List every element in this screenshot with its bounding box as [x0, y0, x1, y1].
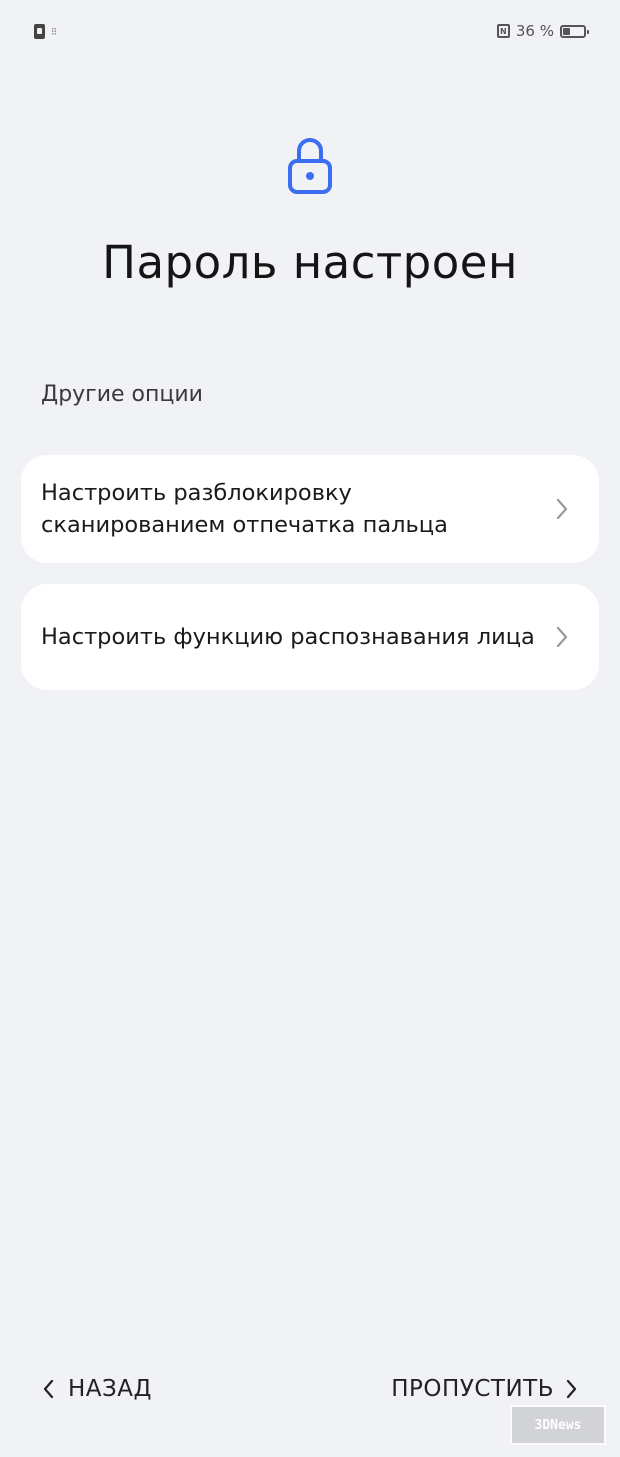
- nfc-icon: N: [496, 24, 510, 38]
- page-title: Пароль настроен: [102, 236, 518, 289]
- signal-icon: ⁝⁝: [51, 24, 57, 38]
- watermark-logo: 3DNews: [510, 1405, 606, 1445]
- status-bar: ⁝⁝ N 36 %: [34, 18, 589, 44]
- skip-button[interactable]: ПРОПУСТИТЬ: [391, 1376, 578, 1402]
- battery-icon: [560, 24, 589, 38]
- other-options-label: Другие опции: [41, 382, 203, 407]
- fingerprint-unlock-label: Настроить разблокировку сканированием от…: [41, 480, 448, 538]
- lock-icon: [288, 138, 332, 194]
- chevron-right-icon: [566, 1379, 577, 1399]
- face-recognition-label: Настроить функцию распознавания лица: [41, 624, 535, 650]
- fingerprint-unlock-option[interactable]: Настроить разблокировку сканированием от…: [21, 455, 599, 563]
- skip-label: ПРОПУСТИТЬ: [391, 1376, 554, 1402]
- status-right: N 36 %: [496, 22, 589, 40]
- sim-icon: [34, 23, 45, 39]
- face-recognition-option[interactable]: Настроить функцию распознавания лица: [21, 584, 599, 690]
- lock-icon-wrap: [0, 134, 620, 196]
- chevron-right-icon: [556, 498, 568, 520]
- status-left: ⁝⁝: [34, 23, 57, 39]
- chevron-left-icon: [43, 1379, 54, 1399]
- back-label: НАЗАД: [68, 1376, 152, 1402]
- battery-fill: [563, 27, 571, 35]
- battery-percent: 36 %: [515, 22, 554, 40]
- chevron-right-icon: [556, 626, 568, 648]
- back-button[interactable]: НАЗАД: [42, 1376, 152, 1402]
